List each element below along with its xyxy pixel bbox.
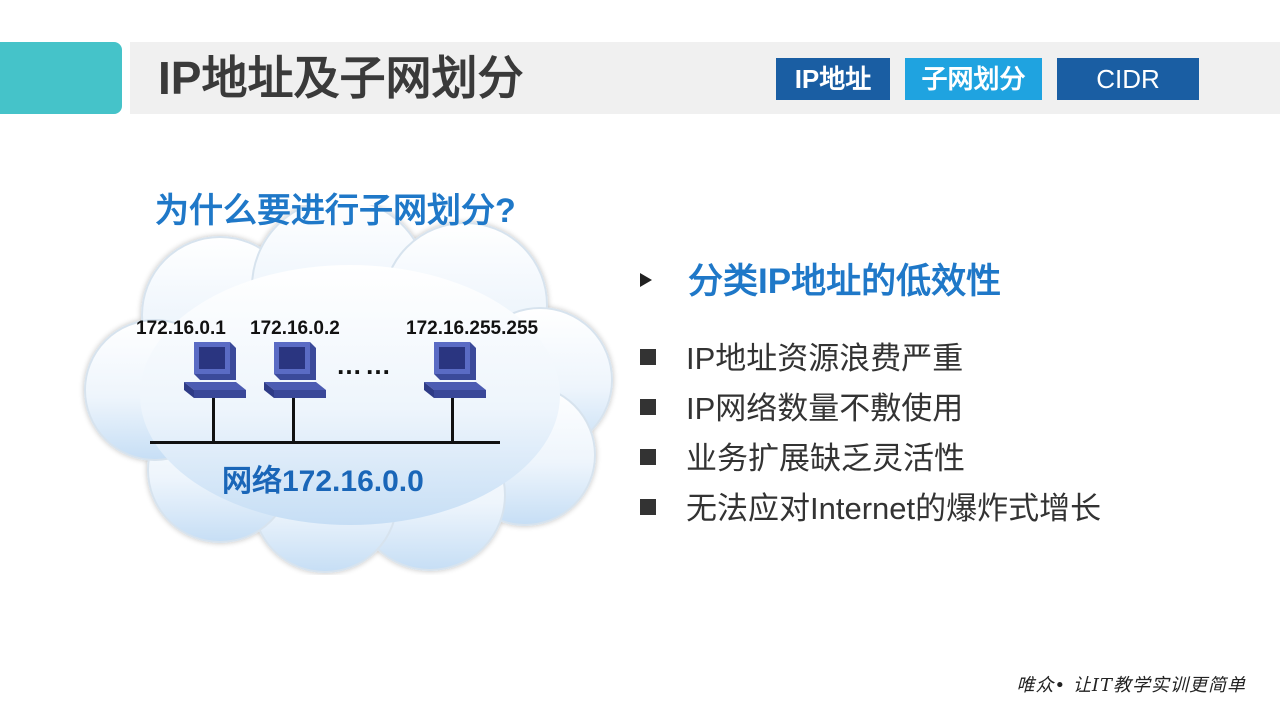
cloud-shape — [84, 205, 613, 573]
host-drop-line — [451, 398, 454, 442]
host-ellipsis: …… — [336, 350, 394, 380]
computer-icon — [264, 342, 326, 398]
bullet-text: IP地址资源浪费严重 — [686, 341, 964, 376]
bullet-list: IP地址资源浪费严重 IP网络数量不敷使用 业务扩展缺乏灵活性 无法应对Inte… — [640, 337, 1101, 537]
host-drop-line — [292, 398, 295, 442]
list-item: IP网络数量不敷使用 — [640, 387, 1101, 437]
computer-icon — [424, 342, 486, 398]
tab-cidr[interactable]: CIDR — [1057, 58, 1199, 100]
host-ip-label: 172.16.0.1 — [136, 318, 226, 339]
network-bus-line — [150, 441, 500, 444]
list-item: 业务扩展缺乏灵活性 — [640, 437, 1101, 487]
host-ip-label: 172.16.255.255 — [406, 318, 539, 339]
square-bullet-icon — [640, 399, 656, 415]
tab-subnetting[interactable]: 子网划分 — [905, 58, 1042, 100]
tab-ip-address[interactable]: IP地址 — [776, 58, 890, 100]
header-accent-block — [0, 42, 122, 114]
list-item: 无法应对Internet的爆炸式增长 — [640, 487, 1101, 537]
triangle-bullet-icon — [640, 273, 652, 287]
footer-slogan: 唯众• 让IT教学实训更简单 — [1016, 675, 1246, 696]
network-address-label: 网络172.16.0.0 — [222, 465, 424, 498]
page-title: IP地址及子网划分 — [158, 52, 524, 104]
bullet-text: 业务扩展缺乏灵活性 — [686, 441, 965, 476]
host-ip-label: 172.16.0.2 — [250, 318, 340, 339]
point-heading: 分类IP地址的低效性 — [640, 258, 1001, 306]
list-item: IP地址资源浪费严重 — [640, 337, 1101, 387]
bullet-text: 无法应对Internet的爆炸式增长 — [686, 491, 1102, 526]
host-drop-line — [212, 398, 215, 442]
square-bullet-icon — [640, 499, 656, 515]
subnet-question: 为什么要进行子网划分? — [155, 192, 516, 230]
square-bullet-icon — [640, 449, 656, 465]
square-bullet-icon — [640, 349, 656, 365]
computer-icon — [184, 342, 246, 398]
bullet-text: IP网络数量不敷使用 — [686, 391, 964, 426]
point-heading-text: 分类IP地址的低效性 — [688, 262, 1002, 301]
